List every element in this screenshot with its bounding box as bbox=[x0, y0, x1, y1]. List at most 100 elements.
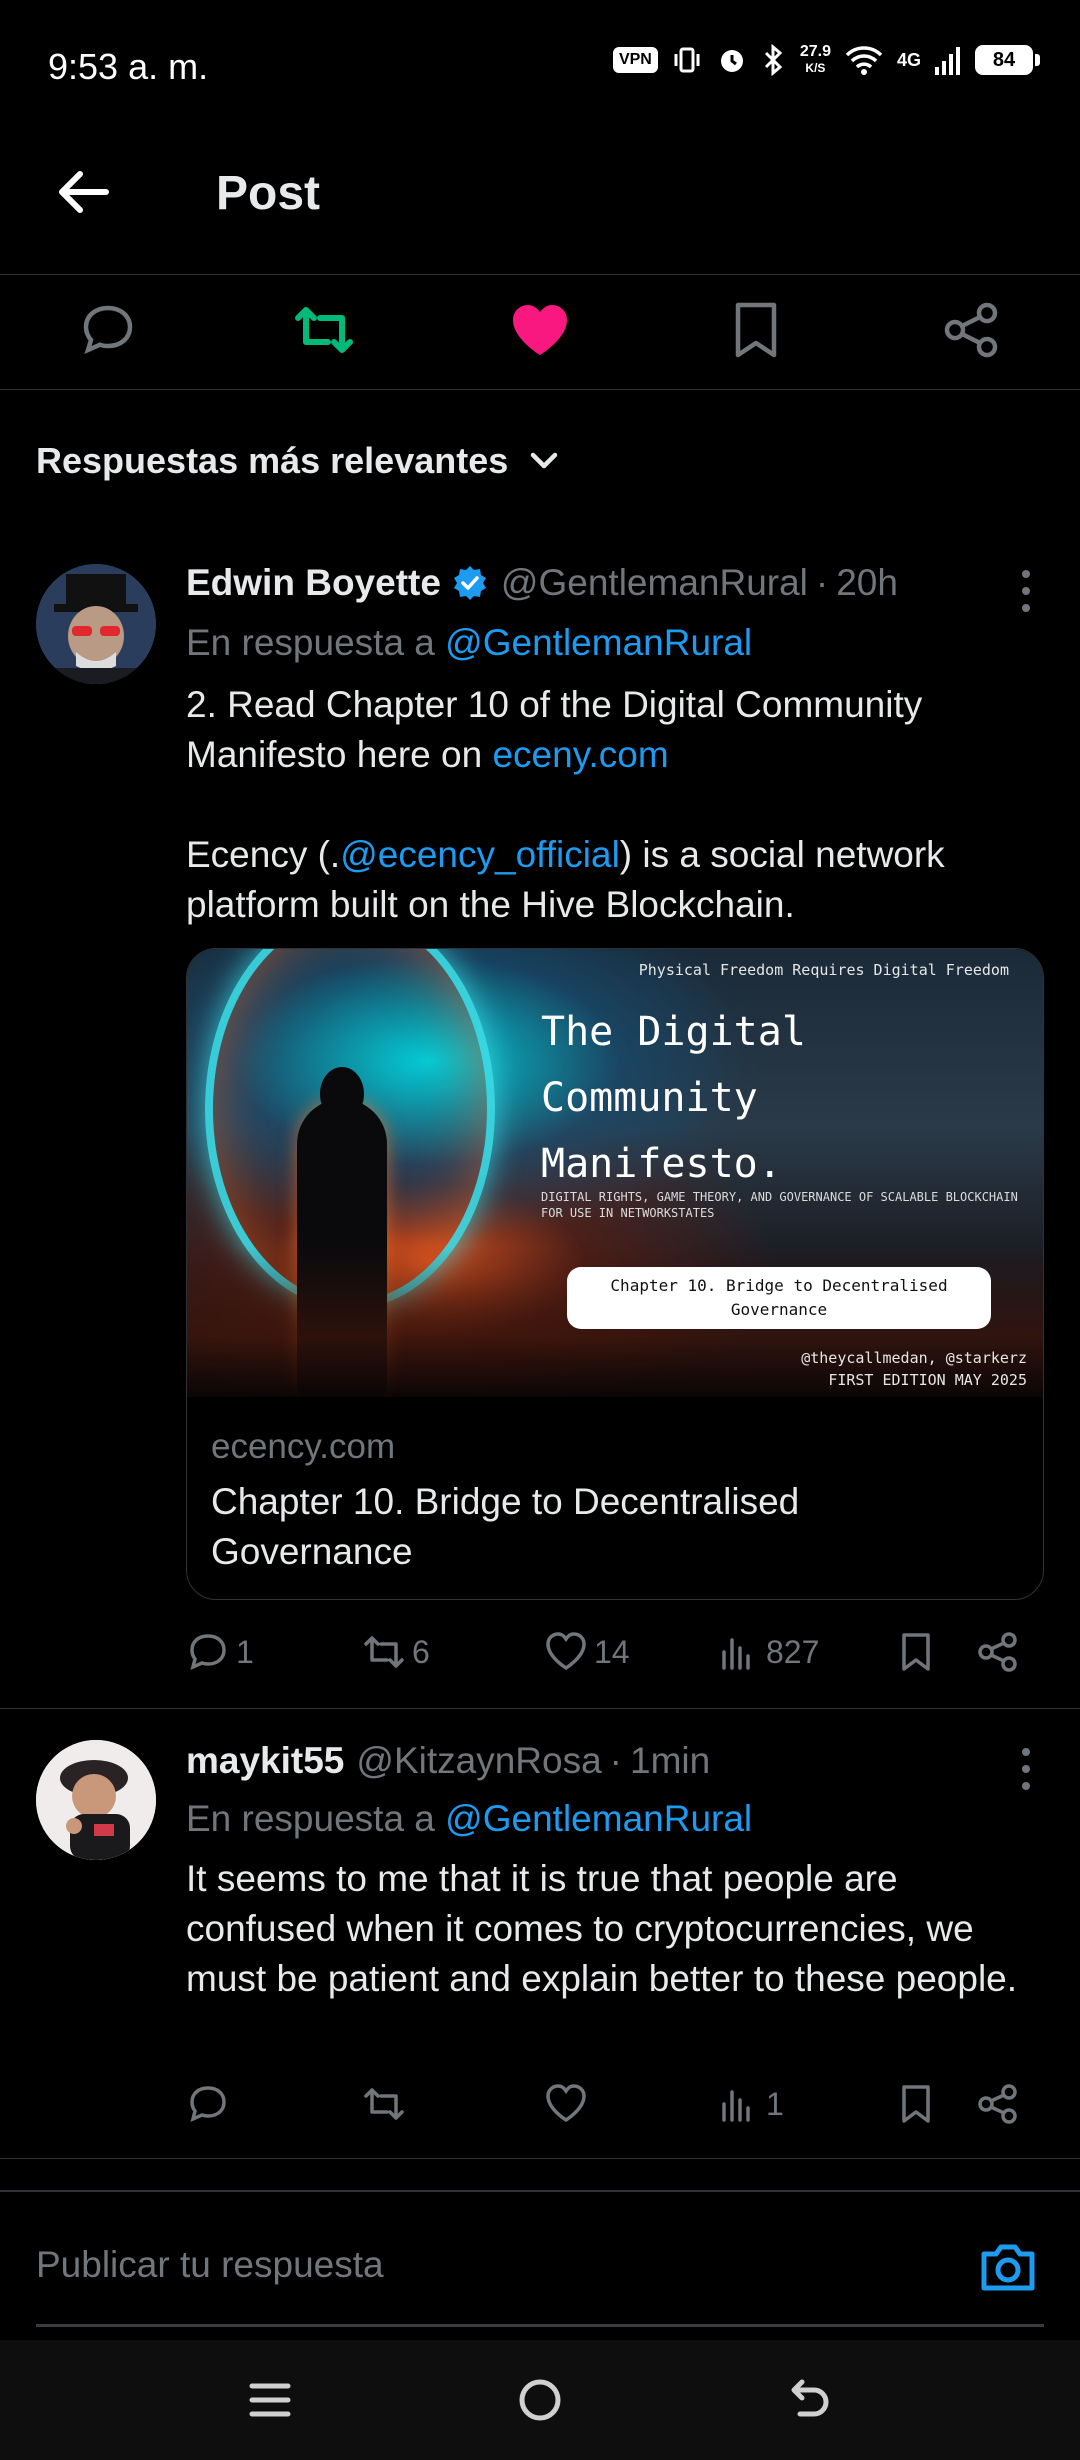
tweet-paragraph: Ecency (.@ecency_official) is a social n… bbox=[186, 830, 1046, 930]
views-action[interactable]: 1 bbox=[716, 2082, 784, 2126]
battery-level: 84 bbox=[975, 45, 1033, 75]
more-options-icon[interactable] bbox=[1016, 566, 1036, 616]
retweet-button[interactable] bbox=[284, 290, 364, 370]
system-navigation-bar bbox=[0, 2340, 1080, 2460]
status-bar: 9:53 a. m. VPN 27.9 K/S 4G 84 bbox=[0, 0, 1080, 130]
author-handle[interactable]: @GentlemanRural bbox=[501, 562, 808, 604]
tweet-text-segment: Ecency (. bbox=[186, 834, 341, 875]
tweet-divider bbox=[0, 1708, 1080, 1709]
image-title-line: Manifesto. bbox=[541, 1141, 782, 1187]
heart-icon bbox=[546, 1632, 586, 1671]
reply-count: 1 bbox=[236, 1633, 254, 1670]
view-count: 827 bbox=[766, 1633, 820, 1670]
camera-icon[interactable] bbox=[976, 2236, 1040, 2300]
status-time: 9:53 a. m. bbox=[48, 46, 209, 87]
battery-tip bbox=[1035, 54, 1040, 66]
verified-badge-icon bbox=[453, 566, 486, 600]
share-action[interactable] bbox=[976, 1630, 1020, 1674]
menu-icon[interactable] bbox=[240, 2370, 300, 2430]
card-image: Physical Freedom Requires Digital Freedo… bbox=[187, 949, 1043, 1397]
tweet-actions: 1 6 14 827 bbox=[186, 1630, 1046, 1680]
like-count: 14 bbox=[594, 1633, 630, 1670]
chevron-down-icon bbox=[531, 452, 558, 469]
share-icon bbox=[978, 2084, 1017, 2124]
image-edition-line: FIRST EDITION MAY 2025 bbox=[828, 1371, 1027, 1389]
author-name[interactable]: maykit55 bbox=[186, 1740, 344, 1782]
like-action[interactable] bbox=[544, 2082, 594, 2126]
bluetooth-icon bbox=[764, 44, 783, 76]
reply-underline bbox=[36, 2324, 1044, 2327]
alarm-icon bbox=[720, 50, 743, 72]
like-action[interactable]: 14 bbox=[544, 1630, 630, 1674]
reply-action[interactable] bbox=[186, 2082, 236, 2126]
analytics-icon bbox=[722, 2090, 750, 2122]
comment-icon bbox=[190, 2086, 226, 2123]
image-title: The Digital Community Manifesto. bbox=[541, 999, 806, 1197]
replying-to: En respuesta a @GentlemanRural bbox=[186, 622, 752, 664]
eceny-link[interactable]: eceny.com bbox=[492, 734, 668, 775]
tweet-text: It seems to me that it is true that peop… bbox=[186, 1858, 1018, 1999]
speed-value: 27.9 bbox=[799, 43, 831, 60]
retweet-action[interactable]: 6 bbox=[362, 1630, 430, 1674]
battery-indicator: 84 bbox=[975, 45, 1040, 75]
replying-to: En respuesta a @GentlemanRural bbox=[186, 1798, 752, 1840]
like-button[interactable] bbox=[500, 290, 580, 370]
reply-handle-link[interactable]: @GentlemanRural bbox=[445, 622, 752, 663]
replies-sort-dropdown[interactable]: Respuestas más relevantes bbox=[36, 440, 562, 482]
reply-prefix: En respuesta a bbox=[186, 1798, 446, 1839]
network-speed: 27.9 K/S bbox=[800, 44, 831, 76]
avatar-portrait bbox=[36, 564, 156, 684]
home-circle-icon[interactable] bbox=[510, 2370, 570, 2430]
vpn-icon: VPN bbox=[612, 47, 658, 73]
link-preview-card[interactable]: Physical Freedom Requires Digital Freedo… bbox=[186, 948, 1044, 1600]
image-figure-head bbox=[320, 1067, 364, 1121]
reply-handle-link[interactable]: @GentlemanRural bbox=[445, 1798, 752, 1839]
back-arrow-icon[interactable] bbox=[52, 162, 112, 222]
timestamp[interactable]: 1min bbox=[630, 1740, 710, 1782]
image-title-line: Community bbox=[541, 1075, 758, 1121]
bookmark-action[interactable] bbox=[894, 2082, 938, 2126]
tweet-actions: 1 bbox=[186, 2082, 1046, 2132]
bookmark-icon bbox=[902, 2085, 930, 2123]
mention-link[interactable]: @ecency_official bbox=[340, 834, 620, 875]
views-action[interactable]: 827 bbox=[716, 1630, 819, 1674]
retweet-action[interactable] bbox=[362, 2082, 412, 2126]
tweet-header: Edwin Boyette @GentlemanRural · 20h bbox=[186, 562, 898, 604]
retweet-icon bbox=[295, 307, 353, 353]
avatar-portrait bbox=[36, 1740, 156, 1860]
avatar[interactable] bbox=[36, 564, 156, 684]
reply-button[interactable] bbox=[68, 290, 148, 370]
share-icon bbox=[944, 302, 998, 358]
comment-icon bbox=[190, 1634, 226, 1671]
comment-icon bbox=[83, 305, 133, 355]
bookmark-action[interactable] bbox=[894, 1630, 938, 1674]
image-authors-line: @theycallmedan, @starkerz bbox=[801, 1349, 1027, 1367]
card-title: Chapter 10. Bridge to Decentralised Gove… bbox=[211, 1481, 800, 1572]
heart-icon bbox=[546, 2084, 586, 2123]
status-icons: VPN 27.9 K/S 4G 84 bbox=[612, 44, 1040, 76]
reply-action[interactable]: 1 bbox=[186, 1630, 254, 1674]
network-type: 4G bbox=[896, 49, 921, 70]
avatar[interactable] bbox=[36, 1740, 156, 1860]
image-tagline: Physical Freedom Requires Digital Freedo… bbox=[638, 961, 1009, 979]
more-options-icon[interactable] bbox=[1016, 1744, 1036, 1794]
timestamp[interactable]: 20h bbox=[836, 562, 898, 604]
author-handle[interactable]: @KitzaynRosa bbox=[356, 1740, 601, 1782]
retweet-icon bbox=[364, 2088, 404, 2120]
reply-input[interactable]: Publicar tu respuesta bbox=[36, 2244, 384, 2286]
sort-label: Respuestas más relevantes bbox=[36, 440, 509, 481]
tweet-paragraph: 2. Read Chapter 10 of the Digital Commun… bbox=[186, 680, 1046, 780]
share-icon bbox=[978, 1632, 1017, 1672]
share-button[interactable] bbox=[932, 290, 1012, 370]
bookmark-button[interactable] bbox=[716, 290, 796, 370]
author-name[interactable]: Edwin Boyette bbox=[186, 562, 441, 604]
image-subtitle: DIGITAL RIGHTS, GAME THEORY, AND GOVERNA… bbox=[541, 1190, 1018, 1220]
reply-prefix: En respuesta a bbox=[186, 622, 446, 663]
reply-composer: Publicar tu respuesta bbox=[0, 2190, 1080, 2340]
back-icon[interactable] bbox=[780, 2370, 840, 2430]
top-app-bar: Post bbox=[0, 140, 1080, 275]
vibrate-icon bbox=[674, 47, 700, 73]
card-domain: ecency.com bbox=[211, 1427, 396, 1466]
bookmark-icon bbox=[735, 302, 777, 358]
share-action[interactable] bbox=[976, 2082, 1020, 2126]
